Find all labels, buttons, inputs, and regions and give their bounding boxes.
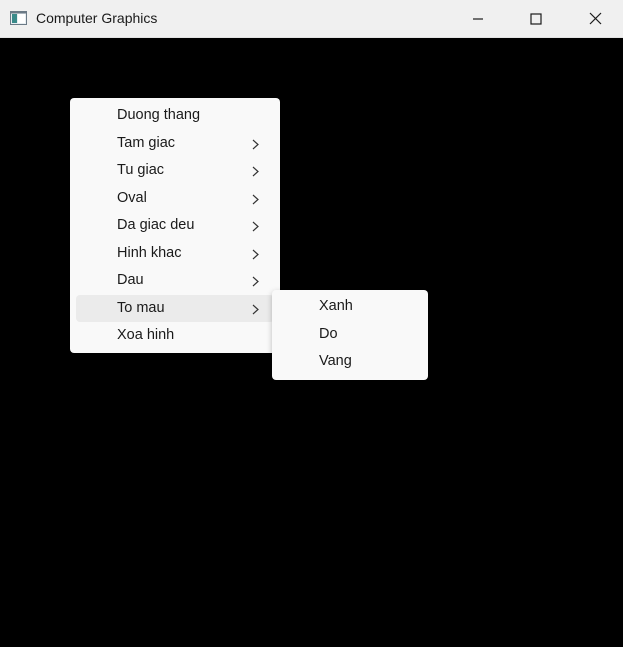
close-button[interactable] xyxy=(572,0,618,37)
menu-item-label: Dau xyxy=(117,272,144,288)
menu-item-label: Tu giac xyxy=(117,162,165,178)
title-bar[interactable]: Computer Graphics xyxy=(0,0,623,38)
menu-item-label: Oval xyxy=(117,189,147,206)
menu-item-label: Hinh khac xyxy=(117,244,182,261)
chevron-right-icon xyxy=(252,276,259,287)
minimize-icon xyxy=(473,17,483,20)
close-icon xyxy=(589,12,601,25)
chevron-right-icon xyxy=(252,166,259,177)
color-submenu: Xanh Do Vang xyxy=(272,290,428,380)
submenu-item-label: Do xyxy=(319,325,338,342)
app-window: Computer Graphics Duong thang Tam giac T… xyxy=(0,0,623,647)
menu-item-to-mau[interactable]: To mau xyxy=(76,294,274,322)
chevron-right-icon xyxy=(252,304,259,314)
submenu-item-vang[interactable]: Vang xyxy=(278,348,422,376)
menu-item-tam-giac[interactable]: Tam giac xyxy=(76,130,274,158)
maximize-button[interactable] xyxy=(513,0,559,37)
menu-item-hinh-khac[interactable]: Hinh khac xyxy=(76,240,274,268)
context-menu: Duong thang Tam giac Tu giac Oval Da gia… xyxy=(70,98,280,353)
chevron-right-icon xyxy=(252,139,259,149)
submenu-item-label: Xanh xyxy=(319,298,353,314)
menu-item-label: Da giac deu xyxy=(117,217,195,233)
chevron-right-icon xyxy=(252,194,259,204)
menu-item-dau[interactable]: Dau xyxy=(76,267,274,295)
menu-item-label: Duong thang xyxy=(117,107,201,123)
submenu-item-label: Vang xyxy=(319,353,352,369)
maximize-icon xyxy=(530,12,542,25)
menu-item-oval[interactable]: Oval xyxy=(76,185,274,213)
submenu-item-do[interactable]: Do xyxy=(278,321,422,349)
menu-item-xoa-hinh[interactable]: Xoa hinh xyxy=(76,322,274,350)
menu-item-label: Xoa hinh xyxy=(117,327,175,343)
menu-item-duong-thang[interactable]: Duong thang xyxy=(76,102,274,130)
window-title: Computer Graphics xyxy=(36,10,158,26)
minimize-button[interactable] xyxy=(455,0,501,37)
menu-item-label: To mau xyxy=(117,299,165,316)
menu-item-tu-giac[interactable]: Tu giac xyxy=(76,157,274,185)
chevron-right-icon xyxy=(252,221,259,232)
chevron-right-icon xyxy=(252,249,259,259)
menu-item-label: Tam giac xyxy=(117,134,176,151)
app-window-icon xyxy=(10,11,27,25)
menu-item-da-giac-deu[interactable]: Da giac deu xyxy=(76,212,274,240)
submenu-item-xanh[interactable]: Xanh xyxy=(278,293,422,321)
